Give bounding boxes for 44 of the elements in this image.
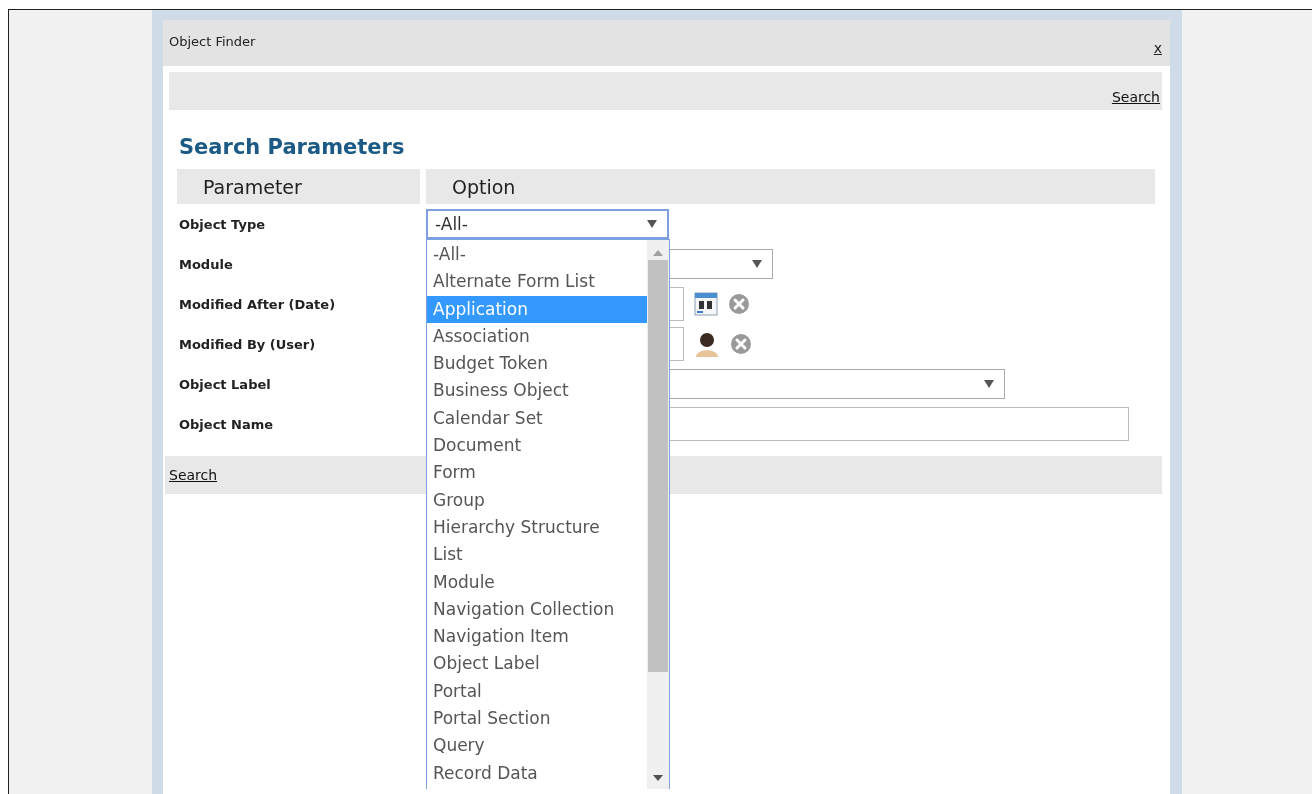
caret-icon <box>647 220 657 228</box>
dropdown-option[interactable]: -All- <box>427 241 647 269</box>
dropdown-option[interactable]: Alternate Form List <box>427 268 647 296</box>
dropdown-option[interactable]: Portal Section <box>427 705 647 733</box>
column-header: Parameter <box>177 169 420 204</box>
clear-icon[interactable] <box>728 293 750 315</box>
dropdown-option[interactable]: Module <box>427 568 647 596</box>
calendar-icon[interactable] <box>694 292 718 316</box>
search-link[interactable]: Search <box>1111 89 1160 105</box>
clear-icon[interactable] <box>730 333 752 355</box>
dropdown-option[interactable]: List <box>427 541 647 569</box>
dropdown-option[interactable]: Budget Token <box>427 350 647 378</box>
dropdown-option[interactable]: Navigation Collection <box>427 595 647 624</box>
dropdown-option[interactable]: Group <box>427 486 647 514</box>
parameter-label: Object Name <box>179 416 274 432</box>
window-title: Object Finder <box>169 33 256 49</box>
dropdown-option[interactable]: Object Label <box>427 650 647 678</box>
scroll-up-icon[interactable] <box>653 250 663 256</box>
column-header: Option <box>426 169 1155 204</box>
parameter-label: Object Type <box>179 216 265 232</box>
dropdown-option[interactable]: Calendar Set <box>427 404 647 433</box>
dropdown-option[interactable]: Document <box>427 432 647 460</box>
scrollbar[interactable] <box>647 240 669 789</box>
dropdown-option[interactable]: Hierarchy Structure <box>427 513 647 542</box>
caret-icon <box>752 260 762 268</box>
user-icon[interactable] <box>694 331 720 357</box>
scrollbar-thumb[interactable] <box>648 260 668 672</box>
section-heading: Search Parameters <box>179 135 406 159</box>
parameter-label: Module <box>179 256 233 272</box>
parameter-label: Object Label <box>179 376 271 392</box>
dropdown-option[interactable]: Form <box>427 459 647 487</box>
dropdown-option[interactable]: Query <box>427 732 647 760</box>
caret-icon <box>984 380 994 388</box>
close-link[interactable]: x <box>1153 40 1162 56</box>
dropdown-option[interactable]: Record Data <box>427 759 647 787</box>
dropdown-option[interactable]: Navigation Item <box>427 623 647 651</box>
search-link[interactable]: Search <box>169 467 218 483</box>
dropdown-option[interactable]: Business Object <box>427 377 647 405</box>
scroll-down-icon[interactable] <box>653 775 663 781</box>
dropdown-option[interactable]: Association <box>427 322 647 351</box>
select-field[interactable]: -All- <box>426 209 669 239</box>
parameter-label: Modified By (User) <box>179 336 316 352</box>
parameter-label: Modified After (Date) <box>179 296 336 312</box>
dropdown-option[interactable]: Portal <box>427 677 647 706</box>
